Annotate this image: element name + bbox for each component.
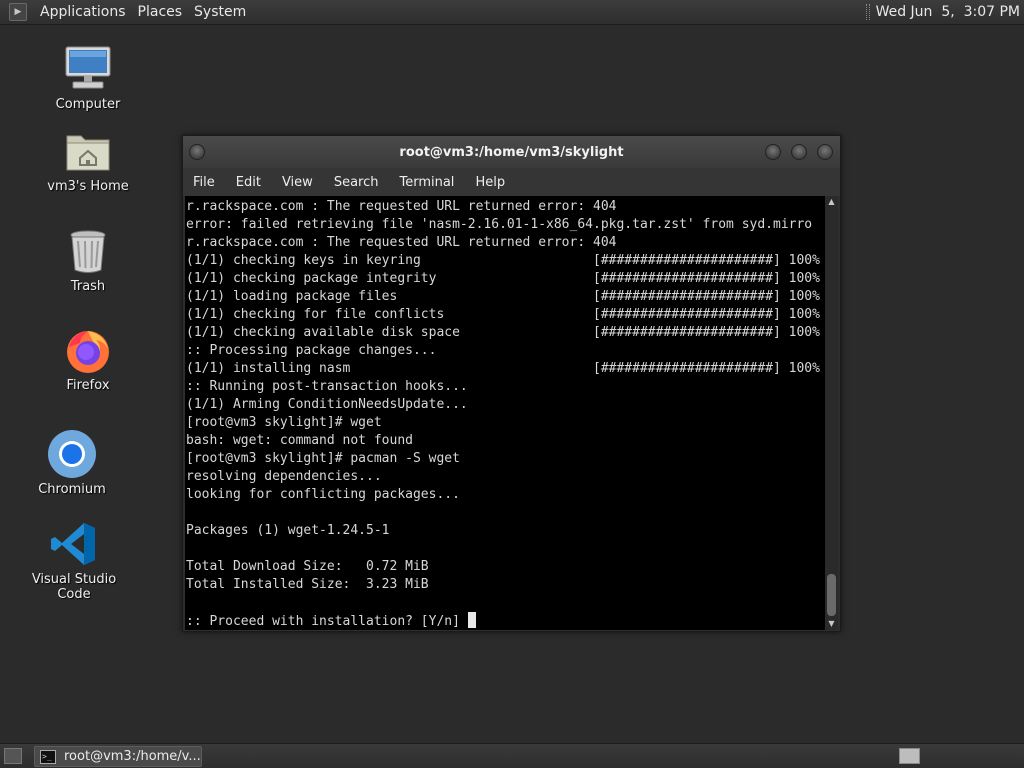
desktop-icon-label: Computer bbox=[55, 97, 121, 112]
home-folder-icon bbox=[63, 126, 113, 176]
window-title: root@vm3:/home/vm3/skylight bbox=[399, 144, 624, 160]
applications-menu[interactable]: Applications bbox=[34, 0, 132, 25]
desktop-icon-label: vm3's Home bbox=[47, 179, 129, 194]
scrollbar-thumb[interactable] bbox=[827, 574, 836, 616]
terminal-line: looking for conflicting packages... bbox=[186, 487, 460, 502]
desktop-icon-vscode[interactable]: Visual Studio Code bbox=[14, 519, 134, 602]
terminal-output[interactable]: r.rackspace.com : The requested URL retu… bbox=[185, 196, 825, 630]
desktop-icon-label: Visual Studio Code bbox=[31, 572, 117, 602]
terminal-menubar: File Edit View Search Terminal Help bbox=[183, 168, 840, 196]
panel-handle-icon[interactable] bbox=[865, 4, 870, 20]
bottom-panel: >_ root@vm3:/home/v... bbox=[0, 743, 1024, 768]
desktop-icon-label: Chromium bbox=[38, 482, 106, 497]
terminal-titlebar[interactable]: root@vm3:/home/vm3/skylight bbox=[183, 136, 840, 168]
terminal-line: (1/1) installing nasm [#################… bbox=[186, 361, 820, 376]
terminal-line: error: failed retrieving file 'nasm-2.16… bbox=[186, 217, 813, 232]
places-menu[interactable]: Places bbox=[132, 0, 189, 25]
terminal-line: Total Download Size: 0.72 MiB bbox=[186, 559, 429, 574]
terminal-line: [root@vm3 skylight]# pacman -S wget bbox=[186, 451, 460, 466]
minimize-icon[interactable] bbox=[765, 144, 781, 160]
terminal-line: (1/1) Arming ConditionNeedsUpdate... bbox=[186, 397, 468, 412]
desktop-icon-chromium[interactable]: Chromium bbox=[12, 429, 132, 497]
clock[interactable]: Wed Jun 5, 3:07 PM bbox=[876, 4, 1020, 20]
taskbar-terminal-button[interactable]: >_ root@vm3:/home/v... bbox=[34, 746, 202, 767]
terminal-line: (1/1) loading package files [###########… bbox=[186, 289, 820, 304]
menu-edit[interactable]: Edit bbox=[236, 175, 261, 190]
menu-help[interactable]: Help bbox=[475, 175, 505, 190]
menu-view[interactable]: View bbox=[282, 175, 313, 190]
terminal-line: :: Running post-transaction hooks... bbox=[186, 379, 468, 394]
terminal-line: (1/1) checking for file conflicts [#####… bbox=[186, 307, 820, 322]
firefox-icon bbox=[63, 325, 113, 375]
vscode-icon bbox=[49, 519, 99, 569]
terminal-line: Total Installed Size: 3.23 MiB bbox=[186, 577, 429, 592]
terminal-line: bash: wget: command not found bbox=[186, 433, 413, 448]
scroll-up-icon[interactable]: ▲ bbox=[825, 196, 838, 208]
terminal-line: :: Processing package changes... bbox=[186, 343, 437, 358]
terminal-line: (1/1) checking available disk space [###… bbox=[186, 325, 820, 340]
chromium-icon bbox=[47, 429, 97, 479]
desktop-icon-label: Firefox bbox=[66, 378, 110, 393]
terminal-window[interactable]: root@vm3:/home/vm3/skylight File Edit Vi… bbox=[182, 135, 841, 632]
desktop-icon-trash[interactable]: Trash bbox=[28, 226, 148, 294]
desktop-icon-home[interactable]: vm3's Home bbox=[28, 126, 148, 194]
trash-icon bbox=[63, 226, 113, 276]
terminal-line: :: Proceed with installation? [Y/n] bbox=[186, 612, 825, 630]
terminal-line: [root@vm3 skylight]# wget bbox=[186, 415, 382, 430]
desktop-icon-computer[interactable]: Computer bbox=[28, 44, 148, 112]
system-menu[interactable]: System bbox=[188, 0, 252, 25]
terminal-line: (1/1) checking keys in keyring [########… bbox=[186, 253, 820, 268]
terminal-scrollbar[interactable]: ▲ ▼ bbox=[825, 196, 838, 630]
desktop-icon-label: Trash bbox=[70, 279, 106, 294]
terminal-line: r.rackspace.com : The requested URL retu… bbox=[186, 199, 617, 214]
menu-search[interactable]: Search bbox=[334, 175, 379, 190]
scroll-down-icon[interactable]: ▼ bbox=[825, 618, 838, 630]
computer-icon bbox=[63, 44, 113, 94]
workspace-switcher[interactable] bbox=[899, 748, 920, 764]
maximize-icon[interactable] bbox=[791, 144, 807, 160]
terminal-line: resolving dependencies... bbox=[186, 469, 382, 484]
cursor bbox=[467, 612, 476, 628]
task-label: root@vm3:/home/v... bbox=[64, 749, 201, 764]
terminal-line: r.rackspace.com : The requested URL retu… bbox=[186, 235, 617, 250]
main-menu-icon[interactable]: ▶ bbox=[9, 3, 27, 21]
menu-file[interactable]: File bbox=[193, 175, 215, 190]
terminal-icon: >_ bbox=[40, 749, 56, 764]
close-icon[interactable] bbox=[817, 144, 833, 160]
menu-terminal[interactable]: Terminal bbox=[399, 175, 454, 190]
terminal-line: Packages (1) wget-1.24.5-1 bbox=[186, 523, 390, 538]
desktop-icon-firefox[interactable]: Firefox bbox=[28, 325, 148, 393]
terminal-line: (1/1) checking package integrity [######… bbox=[186, 271, 820, 286]
top-panel: ▶ Applications Places System Wed Jun 5, … bbox=[0, 0, 1024, 25]
show-desktop-icon[interactable] bbox=[4, 748, 22, 764]
